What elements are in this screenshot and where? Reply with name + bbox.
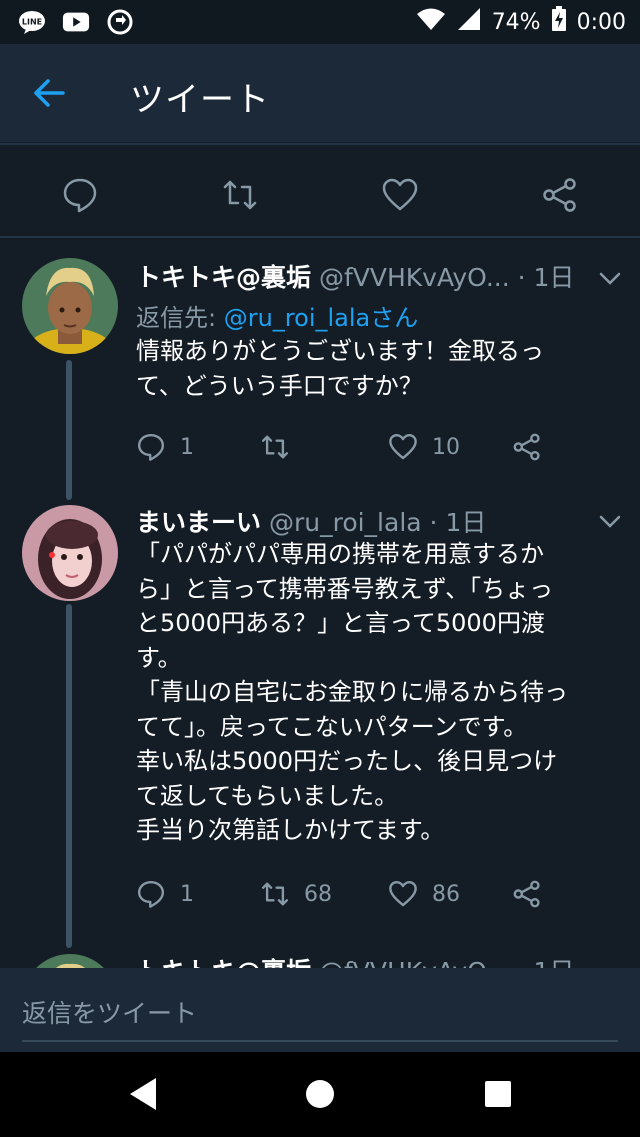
author-handle[interactable]: @ru_roi_lala	[269, 508, 422, 537]
retweet-button[interactable]	[260, 432, 304, 462]
line-icon: LINE	[18, 10, 46, 34]
reply-icon	[137, 433, 165, 461]
author-handle[interactable]: @fVVHKvAyO...	[319, 957, 510, 968]
retweet-button[interactable]: 68	[260, 879, 332, 909]
battery-percentage: 74%	[491, 9, 541, 35]
tweet-actions: 1 68 86	[136, 879, 616, 919]
tweet-reply-3[interactable]: トキトキ@裏垢 @fVVHKvAyO... · 1日	[0, 950, 640, 968]
like-button[interactable]: 86	[388, 879, 460, 909]
main-tweet-actions	[0, 150, 640, 238]
tweet-text: 情報ありがとうございます！金取るっ て、どういう手口ですか？	[136, 337, 544, 400]
android-nav-bar	[0, 1052, 640, 1137]
chevron-down-icon[interactable]	[598, 268, 622, 288]
page-title: ツイート	[130, 80, 270, 120]
avatar[interactable]	[22, 505, 118, 601]
reply-icon[interactable]	[61, 176, 99, 214]
reply-button[interactable]: 1	[136, 432, 194, 462]
reply-to-line: 返信先: @ru_roi_lalaさん	[136, 298, 418, 333]
chevron-down-icon[interactable]	[598, 511, 622, 531]
youtube-icon	[62, 10, 90, 34]
reply-bar: 返信をツイート	[0, 968, 640, 1052]
nav-recents-icon[interactable]	[478, 1074, 518, 1114]
retweet-icon	[261, 435, 289, 459]
avatar[interactable]	[22, 954, 118, 968]
reply-prefix: 返信先:	[136, 304, 224, 332]
nav-home-icon[interactable]	[300, 1074, 340, 1114]
wifi-icon	[416, 7, 446, 37]
like-button[interactable]: 10	[388, 432, 460, 462]
reply-count: 1	[180, 434, 194, 460]
back-arrow-icon[interactable]	[32, 78, 66, 108]
reply-mention-link[interactable]: @ru_roi_lalaさん	[224, 304, 419, 332]
author-name[interactable]: まいまーい	[136, 508, 261, 537]
status-bar: LINE 74% 0:00	[0, 0, 640, 44]
author-name[interactable]: トキトキ@裏垢	[136, 263, 311, 292]
share-icon	[513, 880, 540, 908]
like-count: 10	[432, 434, 460, 460]
like-heart-icon[interactable]	[381, 176, 419, 214]
share-button[interactable]	[512, 432, 542, 462]
share-button[interactable]	[512, 879, 542, 909]
like-heart-icon	[389, 433, 417, 460]
nav-back-icon[interactable]	[124, 1074, 164, 1114]
avatar[interactable]	[22, 258, 118, 354]
battery-icon	[551, 6, 567, 38]
app-bar: ツイート	[0, 44, 640, 142]
sync-icon	[106, 9, 134, 35]
clock: 0:00	[576, 9, 626, 35]
timestamp: · 1日	[518, 957, 575, 968]
like-heart-icon	[389, 880, 417, 907]
like-count: 86	[432, 881, 460, 907]
retweet-icon	[261, 882, 289, 906]
tweet-text: 「パパがパパ専用の携帯を用意するか ら」と言って携帯番号教えず、「ちょっ と50…	[136, 540, 568, 844]
reply-button[interactable]: 1	[136, 879, 194, 909]
retweet-icon[interactable]	[221, 176, 259, 214]
share-icon[interactable]	[541, 176, 579, 214]
share-icon	[513, 433, 540, 461]
thread-line	[66, 604, 72, 948]
svg-text:LINE: LINE	[22, 18, 42, 27]
timestamp: · 1日	[429, 508, 487, 537]
tweet-actions: 1 10	[136, 432, 616, 472]
reply-icon	[137, 880, 165, 908]
timestamp: · 1日	[517, 263, 575, 292]
author-name[interactable]: トキトキ@裏垢	[136, 957, 311, 968]
reply-input[interactable]: 返信をツイート	[22, 990, 618, 1042]
reply-count: 1	[180, 881, 194, 907]
author-handle[interactable]: @fVVHKvAyO...	[319, 263, 510, 292]
divider	[0, 143, 640, 145]
signal-icon	[456, 7, 482, 37]
thread-line	[66, 360, 72, 500]
retweet-count: 68	[304, 881, 332, 907]
